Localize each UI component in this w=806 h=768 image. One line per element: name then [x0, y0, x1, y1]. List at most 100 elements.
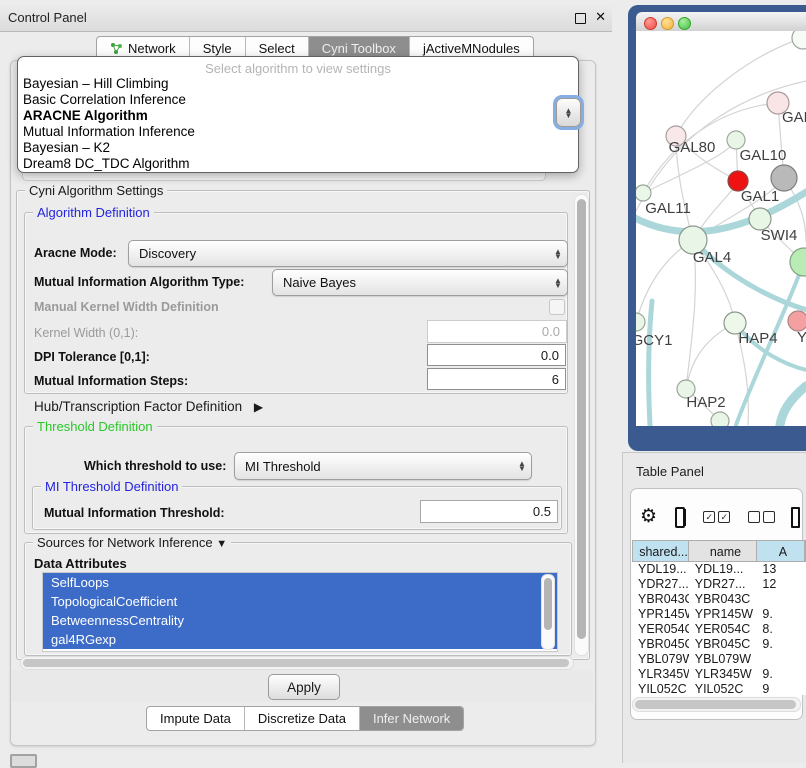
node-label: GAL1: [741, 188, 779, 205]
table-row[interactable]: YBR043CYBR043C: [632, 592, 806, 607]
algorithm-option[interactable]: Basic Correlation Inference: [18, 92, 578, 108]
data-attributes-label: Data Attributes: [34, 556, 127, 571]
table-hscrollbar-thumb[interactable]: [635, 700, 796, 709]
attribute-item[interactable]: TopologicalCoefficient: [43, 592, 557, 611]
which-threshold-label: Which threshold to use:: [84, 459, 226, 473]
algorithm-option[interactable]: ARACNE Algorithm: [18, 108, 578, 124]
kernel-width-input[interactable]: 0.0: [427, 320, 567, 343]
node-label: GAL80: [669, 139, 716, 156]
tab-label: Style: [203, 41, 232, 56]
settings-scrollbar-track[interactable]: [574, 194, 589, 656]
deselect-all-checkboxes-icon[interactable]: [748, 511, 775, 523]
partial-bottom-button[interactable]: [10, 754, 37, 768]
cell: 9.: [757, 667, 806, 682]
cell: YIL052C: [632, 682, 689, 695]
table-hscrollbar-track[interactable]: [632, 697, 801, 712]
network-node[interactable]: [792, 31, 806, 49]
settings-hscrollbar-thumb[interactable]: [23, 659, 569, 667]
kernel-width-value: 0.0: [542, 324, 560, 339]
algorithm-option[interactable]: Bayesian – Hill Climbing: [18, 76, 578, 92]
data-attributes-list[interactable]: SelfLoopsTopologicalCoefficientBetweenne…: [42, 572, 558, 652]
attribute-item[interactable]: gal4RGexp: [43, 630, 557, 649]
table-row[interactable]: YPR145WYPR145W9.: [632, 607, 806, 622]
network-node[interactable]: [636, 313, 645, 331]
network-canvas[interactable]: GAL80GAL10GAL1GAL11GAL4SWI4GCY1HAP4YHAP2…: [636, 31, 806, 426]
attr-list-scrollbar-track[interactable]: [541, 574, 555, 650]
node-label: GAL10: [740, 147, 787, 164]
network-edge[interactable]: [636, 240, 693, 322]
mi-type-label: Mutual Information Algorithm Type:: [34, 275, 244, 289]
attr-list-scrollbar-thumb[interactable]: [544, 578, 552, 630]
mi-type-combo[interactable]: Naive Bayes ▲▼: [272, 269, 568, 296]
table-row[interactable]: YDL19...YDL19...13: [632, 562, 806, 577]
cell: YBL079W: [689, 652, 758, 667]
node-table[interactable]: shared...nameAYDL19...YDL19...13YDR27...…: [632, 540, 806, 695]
column-header-3[interactable]: A: [757, 541, 805, 561]
float-window-icon[interactable]: [575, 13, 586, 24]
select-all-checkboxes-icon[interactable]: ✓ ✓: [703, 511, 730, 523]
table-row[interactable]: YDR27...YDR27...12: [632, 577, 806, 592]
settings-scrollbar-thumb[interactable]: [577, 199, 586, 639]
table-row[interactable]: YIL052CYIL052C9: [632, 682, 806, 695]
table-row[interactable]: YBL079WYBL079W: [632, 652, 806, 667]
aracne-mode-combo[interactable]: Discovery ▲▼: [128, 240, 568, 267]
cell: YBR043C: [632, 592, 689, 607]
network-edge[interactable]: [780, 386, 806, 425]
mi-steps-input[interactable]: 6: [427, 368, 566, 390]
attribute-item[interactable]: SelfLoops: [43, 573, 557, 592]
cell: 9.: [757, 637, 806, 652]
tab-infer-network[interactable]: Infer Network: [360, 707, 463, 730]
cell: YIL052C: [689, 682, 758, 695]
close-icon[interactable]: ✕: [595, 9, 606, 25]
which-threshold-combo[interactable]: MI Threshold ▲▼: [234, 452, 532, 480]
node-label: HAP4: [738, 330, 777, 347]
algorithm-option[interactable]: Bayesian – K2: [18, 140, 578, 156]
table-toolbar: ⚙ ✓ ✓: [640, 500, 800, 534]
hub-section-toggle[interactable]: Hub/Transcription Factor Definition ▶: [34, 399, 263, 414]
zoom-traffic-light[interactable]: [678, 17, 691, 30]
cyni-settings-legend: Cyni Algorithm Settings: [25, 183, 167, 198]
checked-box-icon: ✓: [703, 511, 715, 523]
algorithm-option[interactable]: Mutual Information Inference: [18, 124, 578, 140]
manual-kernel-label: Manual Kernel Width Definition: [34, 300, 219, 314]
dpi-tolerance-input[interactable]: 0.0: [427, 344, 566, 366]
column-header-2[interactable]: name: [689, 541, 757, 561]
table-row[interactable]: YBR045CYBR045C9.: [632, 637, 806, 652]
network-node[interactable]: [636, 185, 651, 201]
cell: YBR045C: [632, 637, 689, 652]
column-layout-icon[interactable]: [675, 507, 685, 528]
node-label: GCY1: [636, 332, 672, 349]
network-edge[interactable]: [686, 323, 735, 389]
network-icon: [110, 42, 123, 55]
attribute-item[interactable]: BetweennessCentrality: [43, 611, 557, 630]
column-header-1[interactable]: shared...: [633, 541, 689, 561]
checked-box-icon: ✓: [718, 511, 730, 523]
mi-type-value: Naive Bayes: [273, 275, 549, 290]
gear-icon[interactable]: ⚙: [640, 508, 657, 526]
mi-threshold-input[interactable]: 0.5: [420, 500, 558, 523]
apply-button[interactable]: Apply: [268, 674, 340, 700]
aracne-mode-value: Discovery: [129, 246, 549, 261]
node-label: GAL: [782, 109, 806, 126]
document-icon[interactable]: [791, 507, 800, 528]
unchecked-box-icon: [748, 511, 760, 523]
close-traffic-light[interactable]: [644, 17, 657, 30]
tab-discretize-data[interactable]: Discretize Data: [245, 707, 360, 730]
network-node[interactable]: [711, 412, 729, 426]
node-label: HAP2: [686, 394, 725, 411]
table-header-row: shared...nameA: [632, 540, 806, 562]
algorithm-combo-spinner[interactable]: ▲▼: [556, 98, 581, 127]
network-node[interactable]: [788, 311, 806, 331]
sources-legend[interactable]: Sources for Network Inference ▼: [33, 535, 231, 550]
network-edge[interactable]: [649, 301, 652, 425]
table-row[interactable]: YLR345WYLR345W9.: [632, 667, 806, 682]
table-row[interactable]: YER054CYER054C8.: [632, 622, 806, 637]
settings-hscrollbar-track[interactable]: [20, 656, 574, 670]
manual-kernel-checkbox[interactable]: [549, 299, 565, 315]
minimize-traffic-light[interactable]: [661, 17, 674, 30]
algorithm-option[interactable]: Dream8 DC_TDC Algorithm: [18, 156, 578, 172]
mi-steps-label: Mutual Information Steps:: [34, 374, 188, 388]
cell: YBL079W: [632, 652, 689, 667]
control-panel-titlebar: Control Panel ✕: [0, 4, 612, 32]
tab-impute-data[interactable]: Impute Data: [147, 707, 245, 730]
